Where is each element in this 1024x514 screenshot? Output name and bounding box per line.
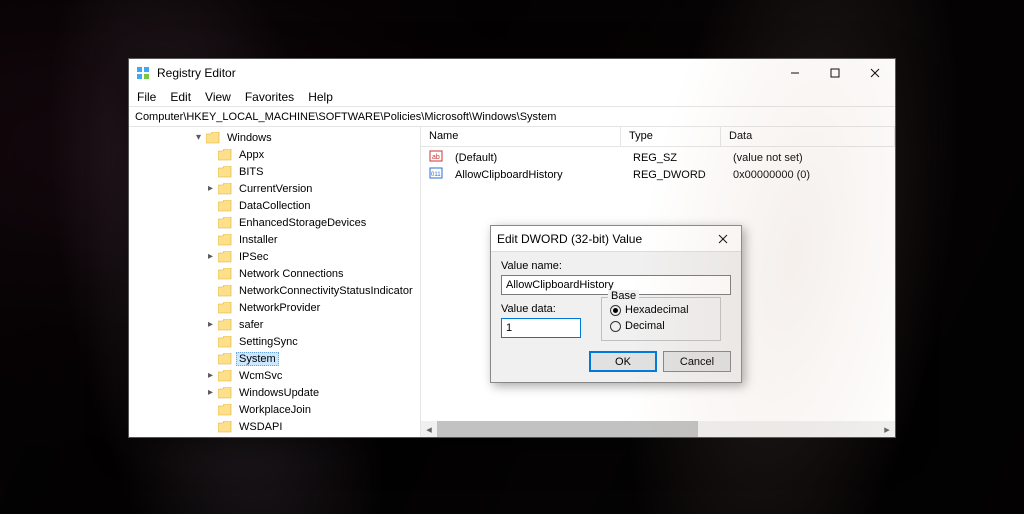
tree-item-label: Windows (224, 131, 275, 145)
tree-item-datacollection[interactable]: DataCollection (129, 197, 420, 214)
tree-item-workplacejoin[interactable]: WorkplaceJoin (129, 401, 420, 418)
tree-item-enhancedstoragedevices[interactable]: EnhancedStorageDevices (129, 214, 420, 231)
tree-item-label: Network Connections (236, 267, 347, 281)
tree-item-label: WSDAPI (236, 420, 285, 434)
radio-dot-icon (610, 305, 621, 316)
tree-item-safer[interactable]: ▸ safer (129, 316, 420, 333)
tree-item-label: System (236, 352, 279, 366)
menu-file[interactable]: File (137, 90, 156, 104)
tree-item-label: EnhancedStorageDevices (236, 216, 369, 230)
radio-hexadecimal[interactable]: Hexadecimal (610, 302, 712, 318)
scroll-left-icon[interactable]: ◂ (421, 421, 437, 437)
list-row[interactable]: ab (Default)REG_SZ(value not set) (421, 149, 895, 166)
svg-text:011: 011 (431, 172, 441, 178)
address-bar[interactable]: Computer\HKEY_LOCAL_MACHINE\SOFTWARE\Pol… (129, 107, 895, 127)
window-title: Registry Editor (157, 66, 775, 80)
base-group-label: Base (608, 290, 639, 302)
col-header-type[interactable]: Type (621, 127, 721, 146)
menu-edit[interactable]: Edit (170, 90, 191, 104)
titlebar[interactable]: Registry Editor (129, 59, 895, 87)
col-header-data[interactable]: Data (721, 127, 895, 146)
tree-item-currentversion[interactable]: ▸ CurrentVersion (129, 180, 420, 197)
value-type: REG_DWORD (625, 169, 725, 181)
tree-item-label: WcmSvc (236, 369, 285, 383)
cancel-button[interactable]: Cancel (663, 351, 731, 372)
svg-text:ab: ab (432, 154, 440, 161)
col-header-name[interactable]: Name (421, 127, 621, 146)
dialog-titlebar[interactable]: Edit DWORD (32-bit) Value (491, 226, 741, 252)
value-dword-icon: 011 (421, 166, 447, 183)
value-data: (value not set) (725, 152, 895, 164)
tree-item-networkconnectivitystatusindicator[interactable]: NetworkConnectivityStatusIndicator (129, 282, 420, 299)
expand-icon[interactable]: ▸ (205, 319, 216, 330)
tree-item-label: NetworkProvider (236, 301, 323, 315)
dialog-title: Edit DWORD (32-bit) Value (497, 232, 711, 246)
address-text: Computer\HKEY_LOCAL_MACHINE\SOFTWARE\Pol… (135, 111, 556, 123)
menubar: File Edit View Favorites Help (129, 87, 895, 107)
dialog-close-button[interactable] (711, 227, 735, 251)
tree-item-label: SettingSync (236, 335, 301, 349)
tree-item-wcmsvc[interactable]: ▸ WcmSvc (129, 367, 420, 384)
tree-item-label: Installer (236, 233, 281, 247)
tree-item-label: WorkplaceJoin (236, 403, 314, 417)
tree-item-wsdapi[interactable]: WSDAPI (129, 418, 420, 435)
tree-item-ipsec[interactable]: ▸ IPSec (129, 248, 420, 265)
tree-item-networkprovider[interactable]: NetworkProvider (129, 299, 420, 316)
tree-item-label: NetworkConnectivityStatusIndicator (236, 284, 416, 298)
expand-icon[interactable]: ▸ (205, 183, 216, 194)
expand-icon[interactable]: ▸ (205, 370, 216, 381)
tree-item-label: BITS (236, 165, 266, 179)
tree-item-networkconnections[interactable]: Network Connections (129, 265, 420, 282)
radio-decimal[interactable]: Decimal (610, 318, 712, 334)
tree-item-windows[interactable]: ▾ Windows (129, 129, 420, 146)
tree-item-windowsdefender[interactable]: ▸Windows Defender (129, 435, 420, 437)
horizontal-scrollbar[interactable]: ◂ ▸ (421, 421, 895, 437)
value-name-label: Value name: (501, 260, 731, 272)
tree-item-installer[interactable]: Installer (129, 231, 420, 248)
minimize-button[interactable] (775, 59, 815, 87)
value-name: AllowClipboardHistory (447, 169, 625, 181)
value-data: 0x00000000 (0) (725, 169, 895, 181)
value-name: (Default) (447, 152, 625, 164)
menu-favorites[interactable]: Favorites (245, 90, 294, 104)
close-button[interactable] (855, 59, 895, 87)
tree-item-label: Windows Defender (224, 437, 323, 438)
tree-item-label: DataCollection (236, 199, 314, 213)
tree-item-system[interactable]: System (129, 350, 420, 367)
tree-item-settingsync[interactable]: SettingSync (129, 333, 420, 350)
base-group: Base Hexadecimal Decimal (601, 297, 721, 341)
tree-item-label: WindowsUpdate (236, 386, 322, 400)
tree-pane[interactable]: ▾ Windows Appx BITS ▸ CurrentVersion DataColle… (129, 127, 421, 437)
tree-item-label: Appx (236, 148, 267, 162)
scrollbar-thumb[interactable] (437, 421, 698, 437)
tree-item-windowsupdate[interactable]: ▸ WindowsUpdate (129, 384, 420, 401)
list-row[interactable]: 011 AllowClipboardHistoryREG_DWORD0x00000… (421, 166, 895, 183)
expand-icon[interactable]: ▸ (205, 251, 216, 262)
maximize-button[interactable] (815, 59, 855, 87)
tree-item-appx[interactable]: Appx (129, 146, 420, 163)
value-data-label: Value data: (501, 303, 581, 315)
menu-help[interactable]: Help (308, 90, 333, 104)
radio-dot-icon (610, 321, 621, 332)
app-icon (135, 65, 151, 81)
tree-item-label: CurrentVersion (236, 182, 315, 196)
tree-item-bits[interactable]: BITS (129, 163, 420, 180)
tree-item-label: safer (236, 318, 266, 332)
edit-dword-dialog: Edit DWORD (32-bit) Value Value name: Va… (490, 225, 742, 383)
list-header: Name Type Data (421, 127, 895, 147)
scroll-right-icon[interactable]: ▸ (879, 421, 895, 437)
value-type: REG_SZ (625, 152, 725, 164)
radio-dec-label: Decimal (625, 320, 665, 332)
collapse-icon[interactable]: ▾ (193, 132, 204, 143)
value-string-icon: ab (421, 149, 447, 166)
menu-view[interactable]: View (205, 90, 231, 104)
expand-icon[interactable]: ▸ (205, 387, 216, 398)
value-data-input[interactable] (501, 318, 581, 338)
tree-item-label: IPSec (236, 250, 271, 264)
ok-button[interactable]: OK (589, 351, 657, 372)
radio-hex-label: Hexadecimal (625, 304, 689, 316)
